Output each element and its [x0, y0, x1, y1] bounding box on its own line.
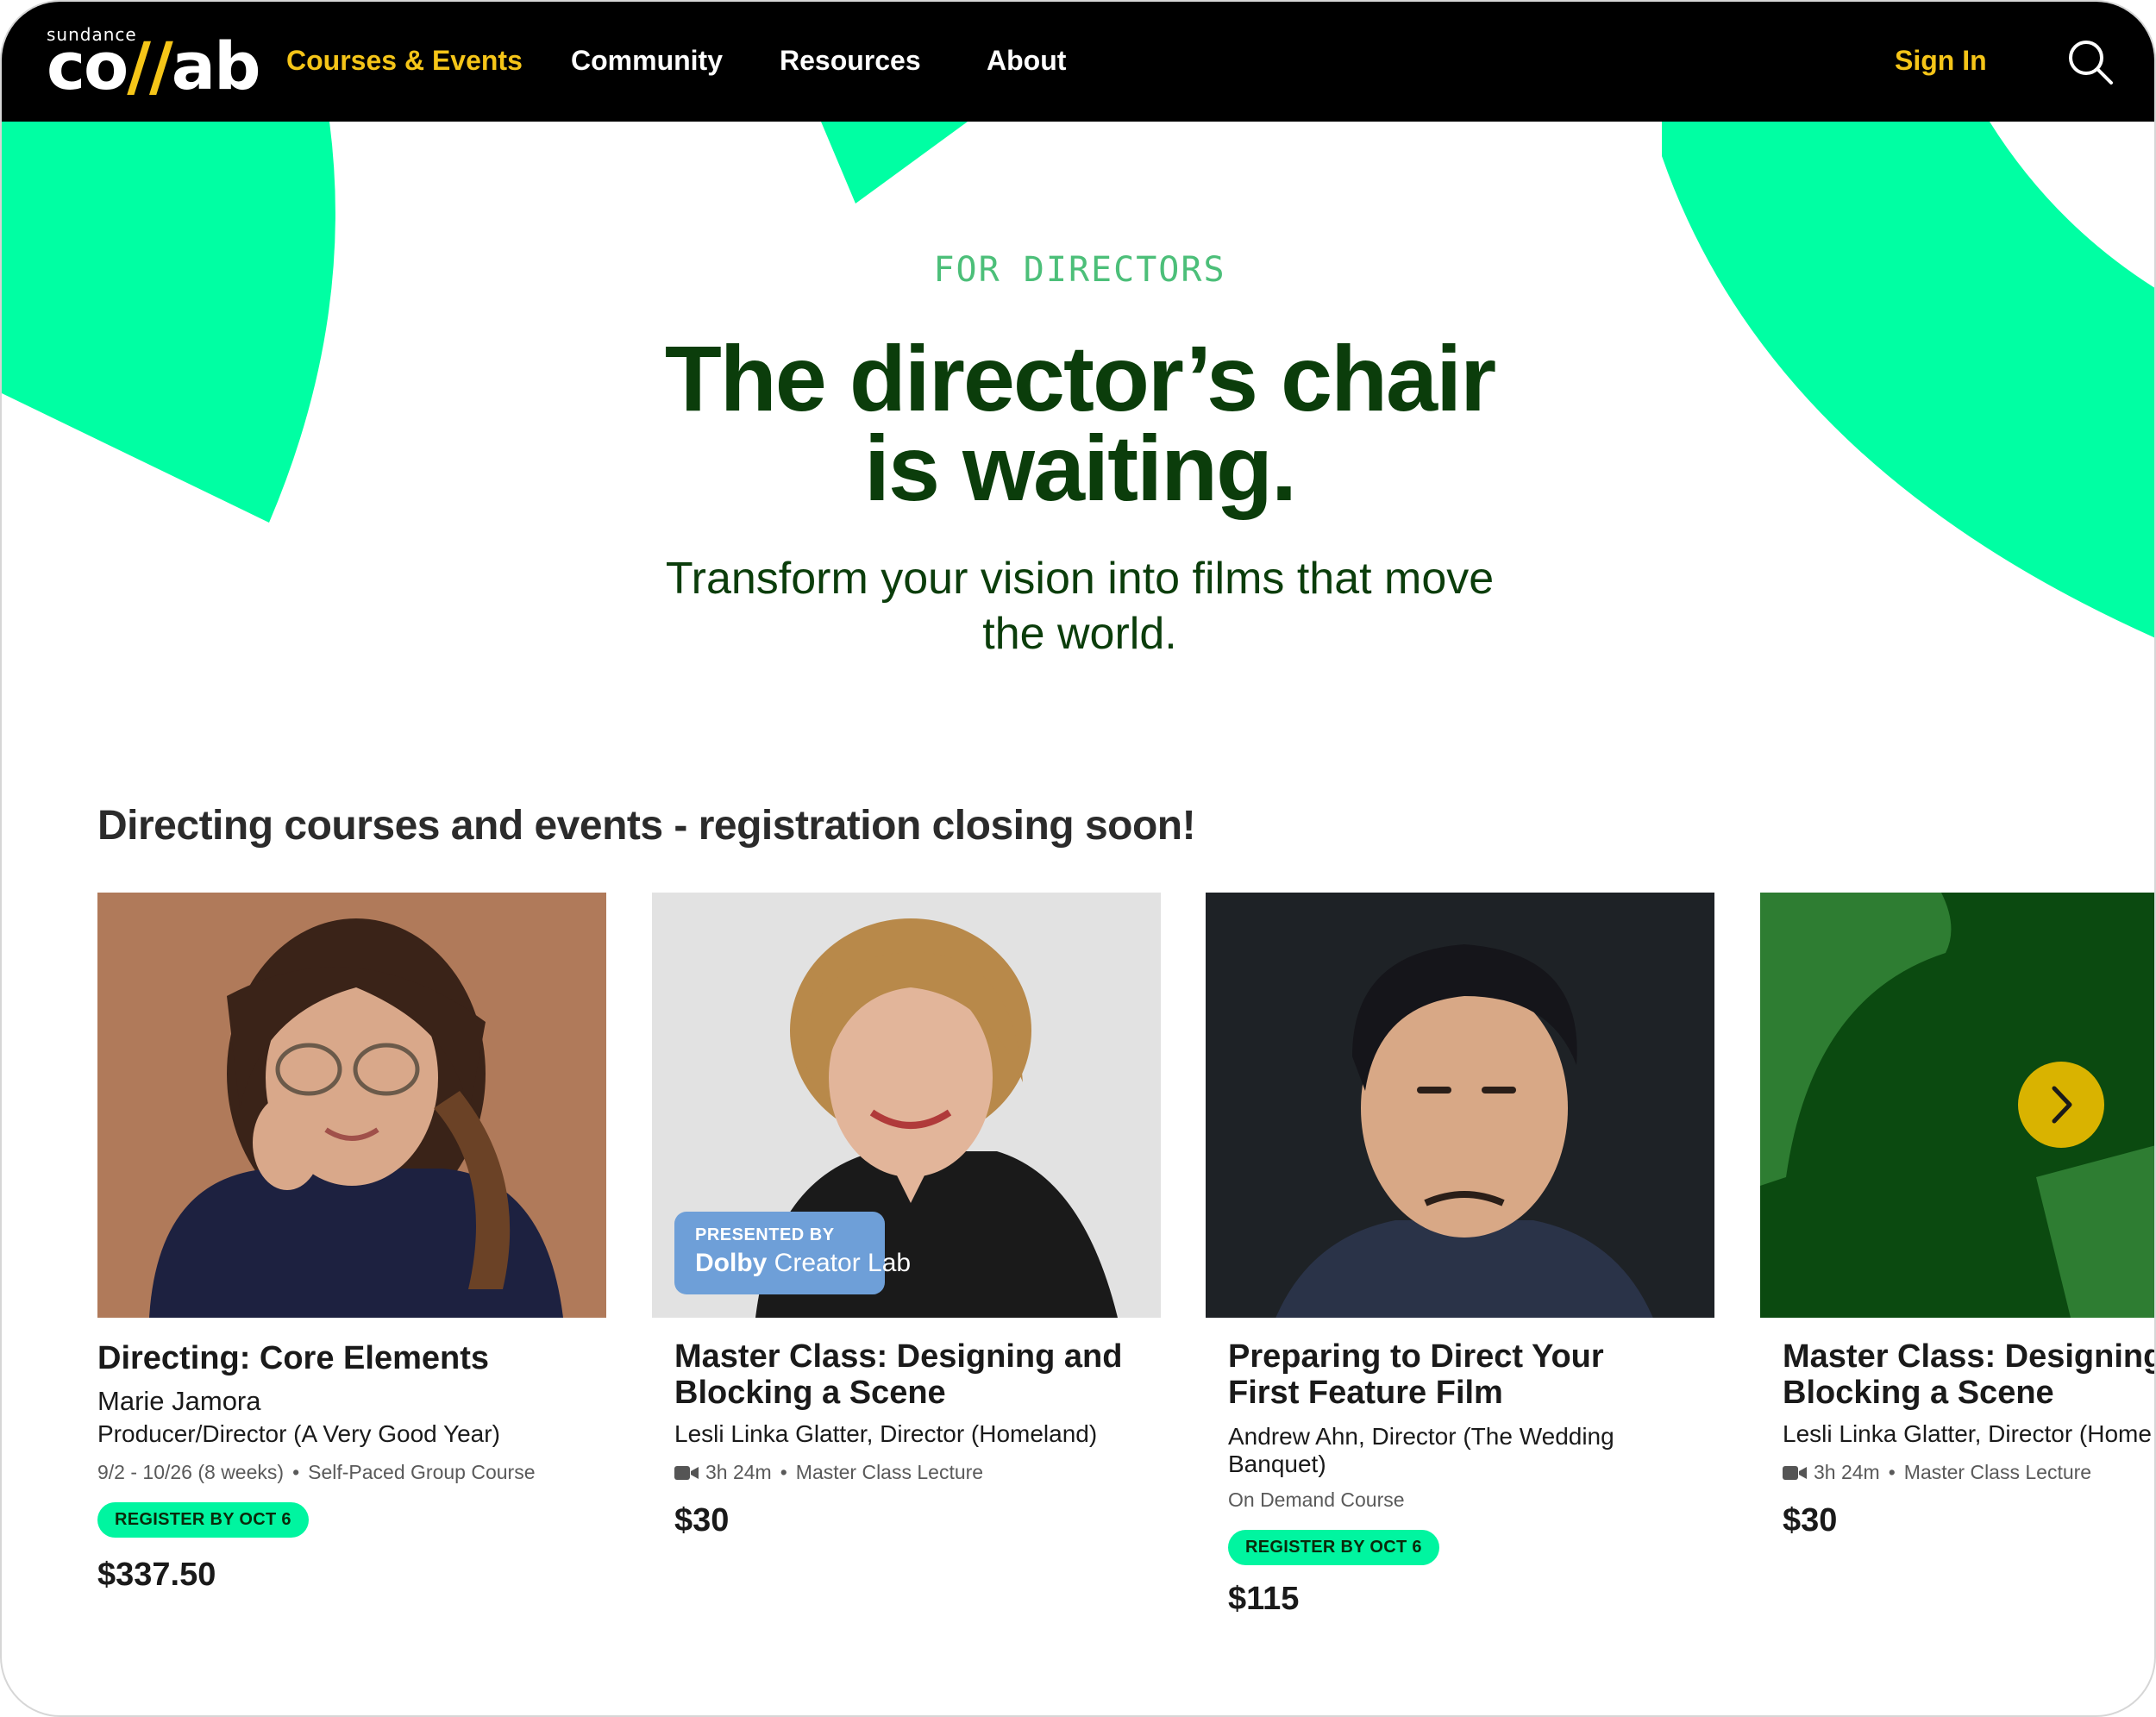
nav-community[interactable]: Community [571, 43, 723, 78]
card-price: $115 [1228, 1581, 1300, 1617]
card-price: $337.50 [97, 1557, 216, 1593]
instructor-photo[interactable] [1206, 893, 1714, 1318]
course-card[interactable]: Master Class: Designing Blocking a Scene… [1760, 893, 2154, 1539]
sign-in-link[interactable]: Sign In [1895, 43, 1987, 78]
card-title[interactable]: Master Class: Designing and Blocking a S… [674, 1338, 1161, 1411]
card-price: $30 [1783, 1502, 1838, 1538]
course-card[interactable]: Directing: Core Elements Marie Jamora Pr… [97, 893, 606, 1594]
hero-subtitle: Transform your vision into films that mo… [665, 554, 1495, 659]
nav-courses-events[interactable]: Courses & Events [286, 43, 523, 78]
hero-title: The director’s chair is waiting. [664, 326, 1496, 520]
instructor-photo[interactable] [97, 893, 606, 1318]
card-instructor: Lesli Linka Glatter, Director (Homeland) [674, 1420, 1098, 1447]
logo-wordmark: co//ab [47, 28, 260, 104]
nav-about[interactable]: About [987, 43, 1066, 78]
sundance-collab-logo[interactable]: sundance co//ab [47, 24, 260, 104]
top-navigation: sundance co//ab Courses & Events Communi… [2, 2, 2154, 122]
card-instructor: Marie Jamora [97, 1386, 261, 1416]
card-meta: On Demand Course [1228, 1488, 1405, 1511]
sponsor-name: Dolby Creator Lab [695, 1249, 912, 1277]
card-instructor: Andrew Ahn, Director (The Wedding Banque… [1228, 1423, 1614, 1477]
card-meta: 3h 24m • Master Class Lecture [1783, 1459, 2154, 1485]
video-camera-icon [674, 1466, 699, 1480]
card-meta: 9/2 - 10/26 (8 weeks) • Self-Paced Group C… [97, 1461, 536, 1483]
search-icon[interactable] [2065, 36, 2116, 88]
card-meta: 3h 24m • Master Class Lecture [674, 1459, 1161, 1485]
instructor-photo[interactable]: PRESENTED BY Dolby Creator Lab [652, 893, 1161, 1318]
section-heading: Directing courses and events - registrat… [97, 803, 1196, 849]
card-role: Producer/Director (A Very Good Year) [97, 1420, 500, 1447]
course-card[interactable]: PRESENTED BY Dolby Creator Lab Master Cl… [652, 893, 1161, 1539]
card-title[interactable]: Master Class: Designing Blocking a Scene [1783, 1338, 2154, 1411]
browser-frame: sundance co//ab Courses & Events Communi… [0, 0, 2156, 1717]
video-camera-icon [1783, 1466, 1807, 1480]
sponsor-badge: PRESENTED BY Dolby Creator Lab [674, 1212, 912, 1294]
card-instructor: Lesli Linka Glatter, Director (Home [1783, 1420, 2152, 1447]
presented-by-label: PRESENTED BY [695, 1225, 835, 1244]
carousel-next-button[interactable] [2018, 1062, 2104, 1148]
nav-resources[interactable]: Resources [780, 43, 921, 78]
registration-badge: REGISTER BY OCT 6 [1228, 1530, 1439, 1565]
course-card[interactable]: Preparing to Direct Your First Feature F… [1206, 893, 1714, 1618]
card-price: $30 [674, 1502, 730, 1538]
chevron-right-icon [2052, 1086, 2072, 1124]
card-title[interactable]: Preparing to Direct Your First Feature F… [1228, 1338, 1714, 1411]
card-title[interactable]: Directing: Core Elements [97, 1340, 606, 1376]
registration-badge: REGISTER BY OCT 6 [97, 1502, 309, 1538]
hero-eyebrow: FOR DIRECTORS [933, 250, 1226, 290]
